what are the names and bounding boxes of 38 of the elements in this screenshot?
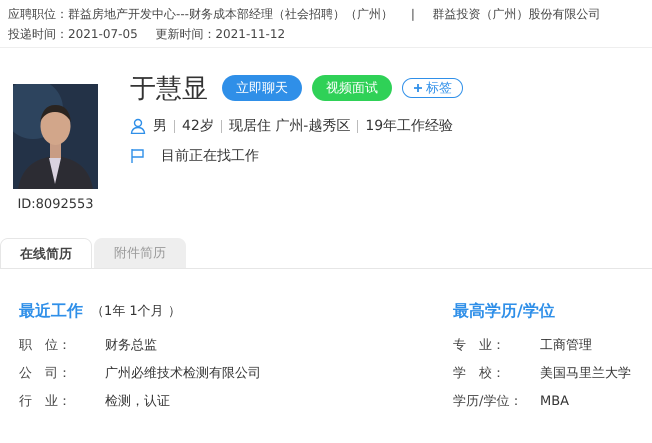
field-label: 公 司： — [19, 365, 72, 382]
plus-icon — [413, 83, 423, 93]
profile-fact: 现居住 广州-越秀区 — [228, 117, 350, 135]
work-duration: （1年 1个月 ） — [91, 303, 181, 320]
field-value: 美国马里兰大学 — [540, 365, 631, 382]
profile-fact: 42岁 — [182, 117, 214, 135]
section-title: 最高学历/学位 — [453, 300, 555, 322]
field-value: 工商管理 — [540, 337, 592, 354]
candidate-id: ID:8092553 — [17, 197, 94, 212]
add-tag-button[interactable]: 标签 — [402, 78, 463, 98]
field-value: MBA — [540, 394, 570, 408]
field-label: 学 校： — [453, 365, 506, 382]
resume-tab[interactable]: 在线简历 — [0, 238, 92, 268]
candidate-name: 于慧显 — [130, 72, 208, 106]
resume-tab[interactable]: 附件简历 — [94, 238, 186, 268]
section-title: 最近工作 — [19, 300, 83, 322]
field-label: 职 位： — [19, 337, 72, 354]
position-text: 群益房地产开发中心---财务成本部经理（社会招聘）（广州） — [68, 7, 393, 21]
profile-fact: 男 — [153, 117, 167, 135]
field-value: 广州必维技术检测有限公司 — [105, 365, 261, 382]
flag-icon — [130, 148, 146, 164]
sent-label: 投递时间： — [8, 27, 68, 41]
profile-fact: 19年工作经验 — [365, 117, 454, 135]
field-label: 专 业： — [453, 337, 506, 354]
person-icon — [130, 118, 146, 134]
chat-button[interactable]: 立即聊天 — [222, 75, 302, 101]
job-status: 目前正在找工作 — [161, 147, 259, 165]
field-value: 财务总监 — [105, 337, 157, 354]
field-label: 行 业： — [19, 393, 72, 410]
updated-label: 更新时间： — [155, 27, 216, 41]
sent-date: 2021-07-05 — [68, 27, 138, 41]
company-name: 群益投资（广州）股份有限公司 — [432, 7, 601, 21]
field-value: 检测，认证 — [105, 393, 170, 410]
position-label: 应聘职位： — [8, 7, 68, 21]
video-interview-button[interactable]: 视频面试 — [312, 75, 392, 101]
updated-date: 2021-11-12 — [215, 27, 286, 41]
field-label: 学历/学位： — [453, 393, 524, 410]
separator: | — [410, 7, 415, 21]
